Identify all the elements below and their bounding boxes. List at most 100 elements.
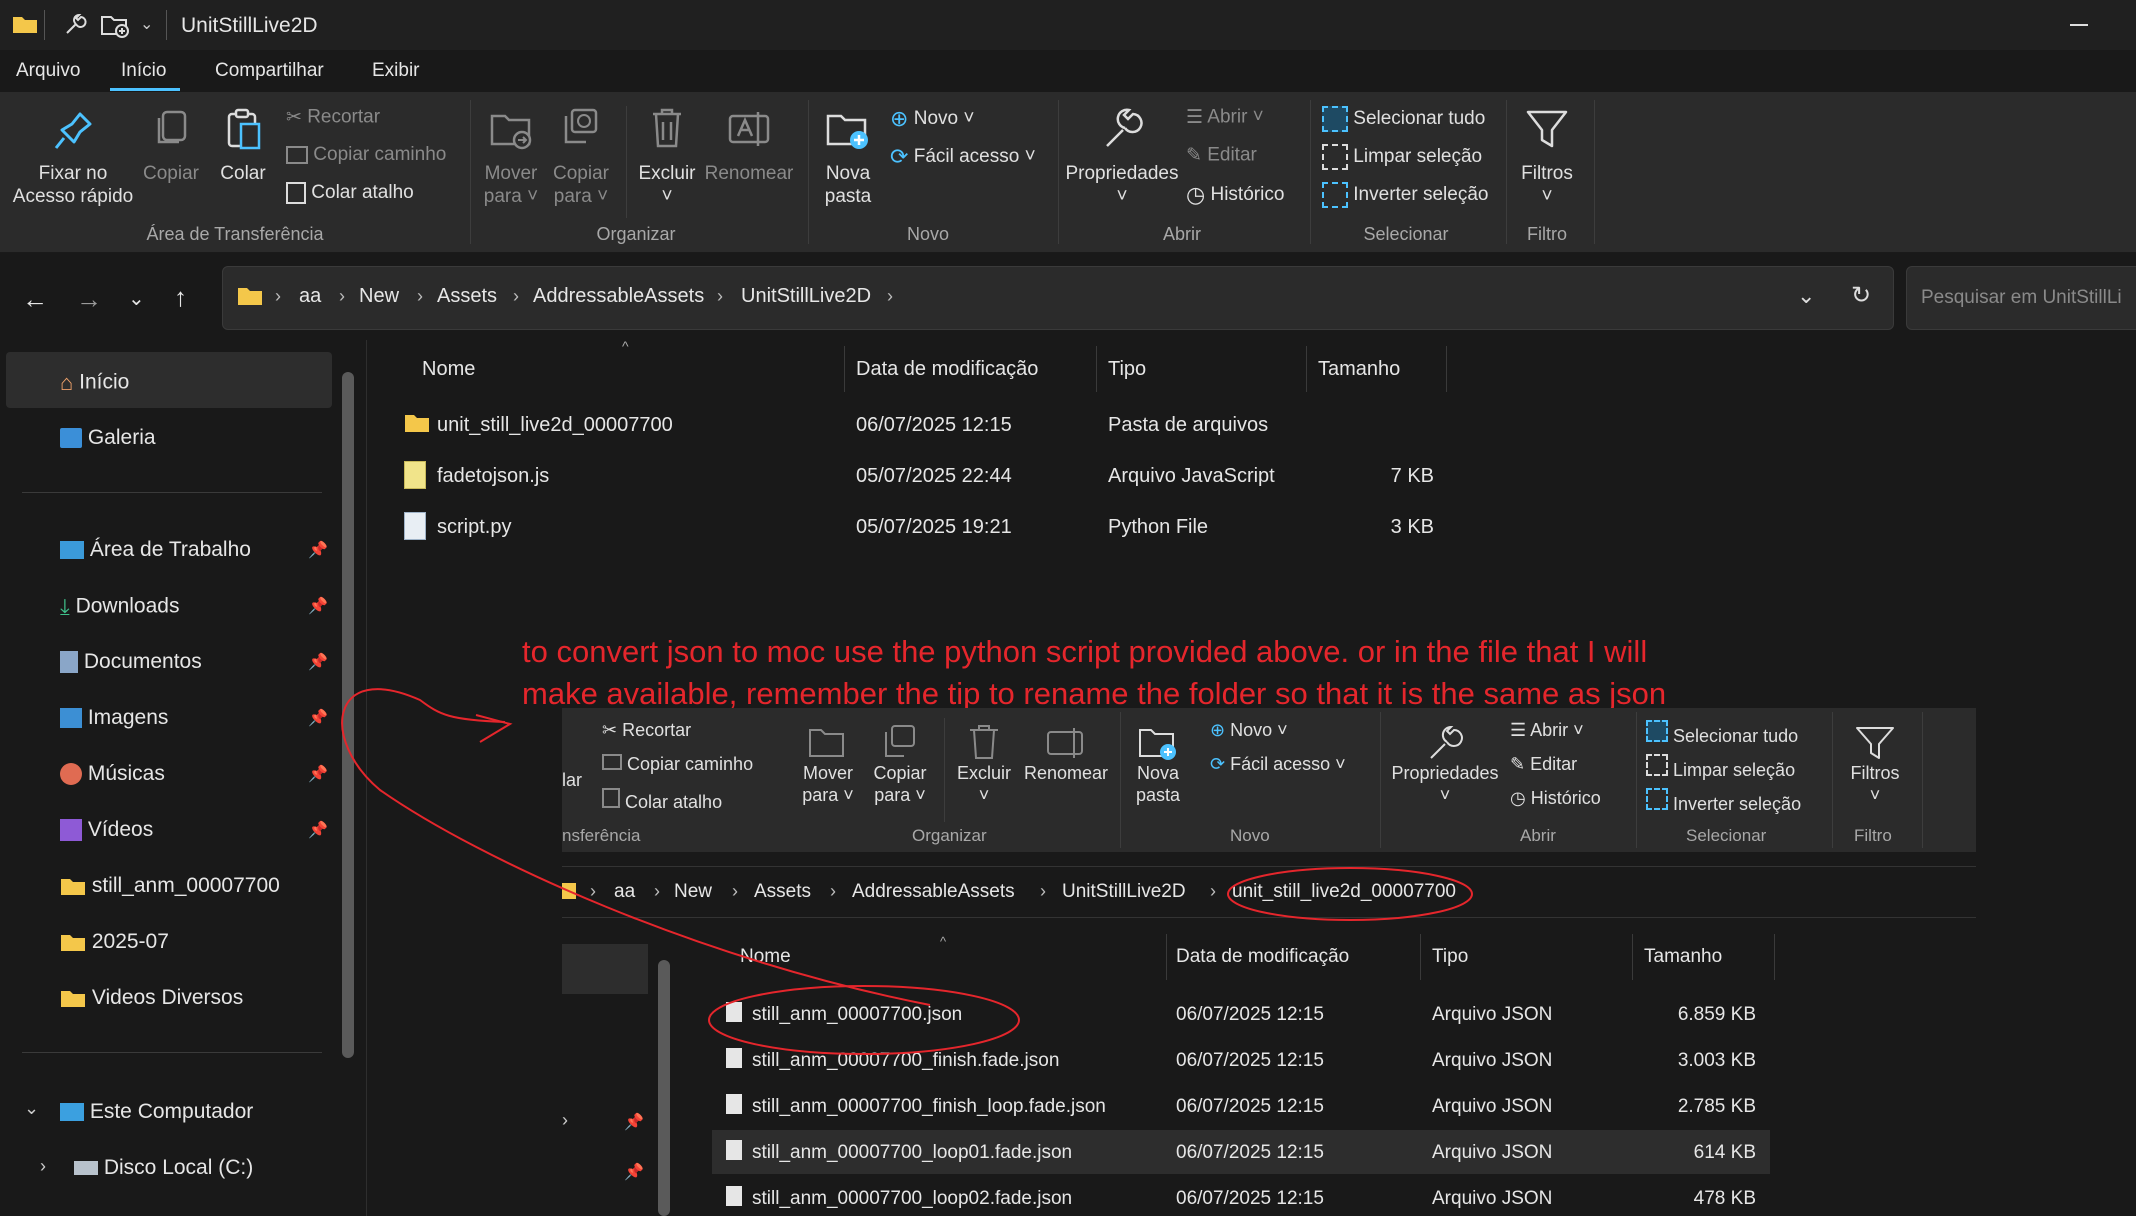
sidebar-item-folder[interactable]: Videos Diversos xyxy=(60,986,243,1010)
breadcrumb-new[interactable]: New xyxy=(674,881,712,903)
copy-to-button[interactable]: Copiar para ˅ xyxy=(870,724,930,806)
breadcrumb-unit-still-live2d-00007700[interactable]: unit_still_live2d_00007700 xyxy=(1232,881,1456,903)
table-row[interactable]: still_anm_00007700_finish.fade.json 06/0… xyxy=(712,1038,1770,1082)
tab-arquivo[interactable]: Arquivo xyxy=(16,60,80,82)
sidebar-item-documents[interactable]: Documentos xyxy=(60,650,202,674)
edit-button[interactable]: ✎ Editar xyxy=(1186,144,1257,167)
column-header-date[interactable]: Data de modificação xyxy=(1176,946,1349,968)
pin-icon[interactable]: 📌 xyxy=(308,596,328,616)
table-row[interactable]: unit_still_live2d_00007700 06/07/2025 12… xyxy=(400,402,1450,448)
select-all-button[interactable]: Selecionar tudo xyxy=(1646,720,1798,747)
pin-icon[interactable]: 📌 xyxy=(308,820,328,840)
paste-shortcut-button[interactable]: Colar atalho xyxy=(286,182,414,204)
select-none-button[interactable]: Limpar seleção xyxy=(1322,144,1482,170)
new-item-button[interactable]: ⊕ Novo ˅ xyxy=(890,106,974,132)
paste-shortcut-button[interactable]: Colar atalho xyxy=(602,788,722,813)
select-all-button[interactable]: Selecionar tudo xyxy=(1322,106,1485,132)
pin-icon[interactable]: 📌 xyxy=(308,708,328,728)
breadcrumb-assets[interactable]: Assets xyxy=(754,881,811,903)
sidebar-item-folder[interactable]: 2025-07 xyxy=(60,930,169,954)
breadcrumb-addressableassets[interactable]: AddressableAssets xyxy=(533,285,704,308)
open-button[interactable]: ☰ Abrir ˅ xyxy=(1186,106,1264,129)
filters-button[interactable]: Filtros ˅ xyxy=(1512,106,1582,208)
breadcrumb-unitstilllive2d[interactable]: UnitStillLive2D xyxy=(741,285,871,308)
forward-button[interactable]: → xyxy=(76,284,102,315)
table-row[interactable]: fadetojson.js 05/07/2025 22:44 Arquivo J… xyxy=(400,453,1450,499)
pin-quick-access-button[interactable]: Fixar no Acesso rápido xyxy=(6,106,140,208)
tab-inicio[interactable]: Início xyxy=(121,60,166,82)
sidebar-item-videos[interactable]: Vídeos xyxy=(60,818,153,842)
sidebar-item-pictures[interactable]: Imagens xyxy=(60,706,168,730)
sidebar-scrollbar[interactable] xyxy=(658,960,670,1216)
copy-path-button[interactable]: Copiar caminho xyxy=(602,754,753,775)
search-box[interactable]: Pesquisar em UnitStillLi xyxy=(1906,266,2136,330)
address-bar[interactable]: › aa › New › Assets › AddressableAssets … xyxy=(222,266,1894,330)
copy-path-button[interactable]: Copiar caminho xyxy=(286,144,446,166)
sidebar-item-music[interactable]: Músicas xyxy=(60,762,165,786)
copy-to-button[interactable]: Copiar para ˅ xyxy=(548,106,614,208)
table-row[interactable]: still_anm_00007700.json 06/07/2025 12:15… xyxy=(712,992,1770,1036)
column-header-size[interactable]: Tamanho xyxy=(1644,946,1722,968)
recent-locations-chevron-icon[interactable]: ⌄ xyxy=(128,286,145,311)
chevron-down-icon[interactable]: ⌄ xyxy=(24,1098,39,1119)
refresh-icon[interactable]: ↻ xyxy=(1851,281,1871,310)
new-item-button[interactable]: ⊕ Novo ˅ xyxy=(1210,720,1288,741)
breadcrumb-assets[interactable]: Assets xyxy=(437,285,497,308)
history-button[interactable]: ◷ Histórico xyxy=(1186,182,1284,208)
sidebar-item-local-disk[interactable]: Disco Local (C:) xyxy=(74,1156,253,1180)
chevron-right-icon[interactable]: › xyxy=(40,1156,46,1177)
breadcrumb-aa[interactable]: aa xyxy=(299,285,321,308)
column-header-size[interactable]: Tamanho xyxy=(1318,358,1400,381)
invert-selection-button[interactable]: Inverter seleção xyxy=(1646,788,1801,815)
breadcrumb-aa[interactable]: aa xyxy=(614,881,635,903)
cut-button[interactable]: ✂ Recortar xyxy=(286,106,380,129)
address-bar[interactable]: › aa › New › Assets › AddressableAssets … xyxy=(562,866,1976,918)
column-header-type[interactable]: Tipo xyxy=(1108,358,1146,381)
delete-button[interactable]: Excluir ˅ xyxy=(634,106,700,208)
table-row-selected[interactable]: still_anm_00007700_loop01.fade.json 06/0… xyxy=(712,1130,1770,1174)
search-input[interactable]: Pesquisar em UnitStillLi xyxy=(1921,287,2122,309)
rename-button[interactable]: Renomear xyxy=(1024,724,1108,784)
table-row[interactable]: still_anm_00007700_loop02.fade.json 06/0… xyxy=(712,1176,1770,1216)
properties-button[interactable]: Propriedades ˅ xyxy=(1386,724,1504,806)
sidebar-item-this-pc[interactable]: Este Computador xyxy=(60,1100,253,1124)
pin-icon[interactable]: 📌 xyxy=(308,652,328,672)
pin-icon[interactable]: 📌 xyxy=(308,540,328,560)
easy-access-button[interactable]: ⟳ Fácil acesso ˅ xyxy=(1210,754,1346,775)
properties-icon[interactable] xyxy=(62,12,88,38)
delete-button[interactable]: Excluir ˅ xyxy=(954,724,1014,806)
column-header-type[interactable]: Tipo xyxy=(1432,946,1468,968)
filters-button[interactable]: Filtros ˅ xyxy=(1840,724,1910,806)
table-row[interactable]: still_anm_00007700_finish_loop.fade.json… xyxy=(712,1084,1770,1128)
move-to-button[interactable]: Mover para ˅ xyxy=(798,724,858,806)
pin-icon[interactable]: 📌 xyxy=(624,1162,644,1182)
new-folder-button[interactable]: Nova pasta xyxy=(1130,724,1186,806)
select-none-button[interactable]: Limpar seleção xyxy=(1646,754,1795,781)
breadcrumb-unitstilllive2d[interactable]: UnitStillLive2D xyxy=(1062,881,1186,903)
copy-button[interactable]: Copiar xyxy=(136,106,206,185)
chevron-down-icon[interactable]: ⌄ xyxy=(140,14,153,34)
up-button[interactable]: ↑ xyxy=(174,282,187,313)
cut-button[interactable]: ✂ Recortar xyxy=(602,720,691,741)
rename-button[interactable]: Renomear xyxy=(704,106,794,185)
move-to-button[interactable]: Mover para ˅ xyxy=(478,106,544,208)
sidebar-scrollbar[interactable] xyxy=(342,372,354,1058)
column-header-name[interactable]: Nome xyxy=(740,946,791,968)
breadcrumb-new[interactable]: New xyxy=(359,285,399,308)
pin-icon[interactable]: 📌 xyxy=(624,1112,644,1132)
properties-button[interactable]: Propriedades ˅ xyxy=(1064,106,1180,208)
tab-exibir[interactable]: Exibir xyxy=(372,60,420,82)
table-row[interactable]: script.py 05/07/2025 19:21 Python File 3… xyxy=(400,504,1450,550)
pin-icon[interactable]: 📌 xyxy=(308,764,328,784)
sidebar-item-downloads[interactable]: ⤓ Downloads xyxy=(60,594,179,620)
paste-button[interactable]: Colar xyxy=(208,106,278,185)
minimize-icon[interactable] xyxy=(2070,24,2088,26)
easy-access-button[interactable]: ⟳ Fácil acesso ˅ xyxy=(890,144,1036,170)
sidebar-item-desktop[interactable]: Área de Trabalho xyxy=(60,538,251,562)
sidebar-item-home[interactable]: ⌂ Início xyxy=(60,370,129,396)
sidebar-item-gallery[interactable]: Galeria xyxy=(60,426,156,450)
history-button[interactable]: ◷ Histórico xyxy=(1510,788,1601,809)
new-folder-icon[interactable] xyxy=(100,12,130,38)
sidebar-item-folder[interactable]: still_anm_00007700 xyxy=(60,874,280,898)
paste-button[interactable]: lar xyxy=(562,770,582,791)
